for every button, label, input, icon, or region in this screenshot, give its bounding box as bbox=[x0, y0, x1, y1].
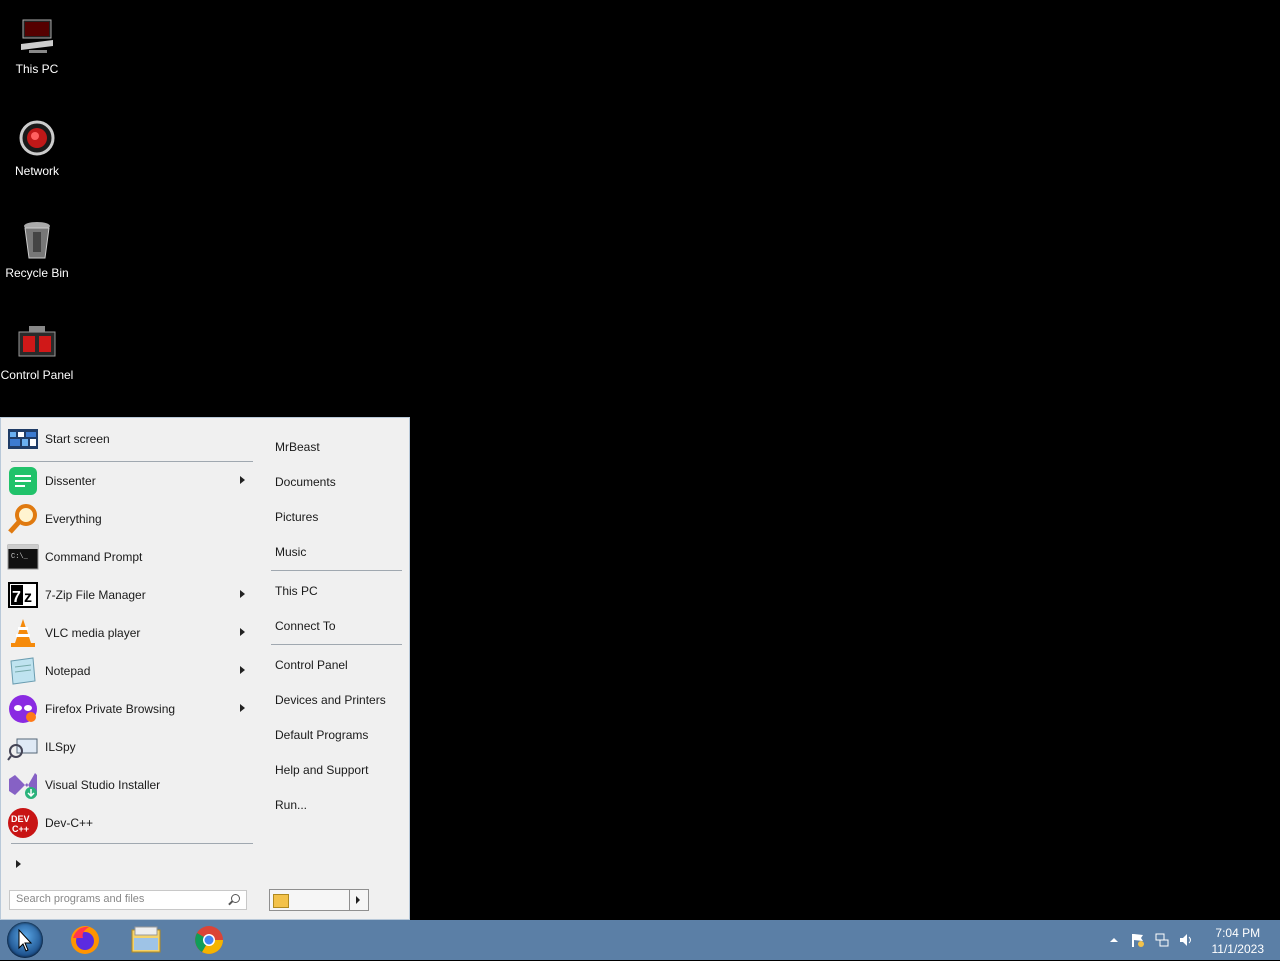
program-item-notepad[interactable]: Notepad bbox=[7, 653, 253, 689]
place-user-folder[interactable]: MrBeast bbox=[275, 440, 320, 454]
place-documents[interactable]: Documents bbox=[275, 475, 336, 489]
ilspy-icon bbox=[7, 731, 39, 763]
desktop-icon-network[interactable]: Network bbox=[0, 106, 74, 178]
desktop-icon-label: Control Panel bbox=[0, 368, 74, 382]
separator bbox=[271, 570, 402, 571]
program-label: Firefox Private Browsing bbox=[45, 702, 176, 716]
svg-text:DEV: DEV bbox=[11, 814, 30, 824]
dissenter-icon bbox=[7, 465, 39, 497]
place-music[interactable]: Music bbox=[275, 545, 306, 559]
svg-text:C++: C++ bbox=[12, 824, 29, 834]
notepad-icon bbox=[7, 655, 39, 687]
submenu-arrow-icon bbox=[240, 590, 245, 598]
vlc-cone-icon bbox=[7, 617, 39, 649]
programs-pane: Start screen Dissenter Everything C:\_ C… bbox=[1, 418, 259, 919]
show-hidden-icons-icon[interactable] bbox=[1110, 938, 1118, 942]
terminal-icon: C:\_ bbox=[7, 541, 39, 573]
program-label: Command Prompt bbox=[45, 550, 143, 564]
taskbar-chrome[interactable] bbox=[193, 924, 225, 956]
network-tray-icon[interactable] bbox=[1155, 933, 1169, 947]
place-help-support[interactable]: Help and Support bbox=[275, 763, 368, 777]
magnifier-icon bbox=[7, 503, 39, 535]
start-button[interactable] bbox=[7, 922, 43, 958]
desktop-icon-control-panel[interactable]: Control Panel bbox=[0, 310, 74, 382]
search-input[interactable]: Search programs and files bbox=[9, 890, 247, 910]
submenu-arrow-icon bbox=[240, 628, 245, 636]
separator bbox=[11, 461, 253, 462]
svg-text:7: 7 bbox=[12, 589, 21, 606]
volume-icon[interactable] bbox=[1179, 933, 1193, 947]
separator bbox=[271, 644, 402, 645]
program-item-dev-cpp[interactable]: DEV C++ Dev-C++ bbox=[7, 805, 253, 841]
clock[interactable]: 7:04 PM 11/1/2023 bbox=[1212, 925, 1265, 957]
program-label: ILSpy bbox=[45, 740, 76, 754]
clock-date: 11/1/2023 bbox=[1211, 942, 1265, 956]
program-item-vlc[interactable]: VLC media player bbox=[7, 615, 253, 651]
folder-icon bbox=[131, 926, 161, 953]
separator bbox=[11, 843, 253, 844]
shutdown-options-arrow[interactable] bbox=[349, 890, 368, 910]
all-programs-arrow-icon[interactable] bbox=[16, 860, 21, 868]
7zip-icon: 7z bbox=[7, 579, 39, 611]
program-label: Notepad bbox=[45, 664, 91, 678]
desktop-icon-label: Network bbox=[14, 164, 59, 178]
program-label: Dissenter bbox=[45, 474, 96, 488]
taskbar-file-explorer[interactable] bbox=[130, 924, 162, 956]
warning-shield-icon bbox=[273, 894, 289, 908]
svg-text:C:\_: C:\_ bbox=[11, 553, 29, 561]
search-placeholder: Search programs and files bbox=[16, 893, 145, 905]
shutdown-button[interactable] bbox=[269, 889, 369, 911]
place-connect-to[interactable]: Connect To bbox=[275, 619, 336, 633]
network-icon bbox=[15, 116, 59, 160]
desktop-icon-this-pc[interactable]: This PC bbox=[0, 4, 74, 76]
program-label: Everything bbox=[45, 512, 102, 526]
submenu-arrow-icon bbox=[240, 666, 245, 674]
program-item-firefox-private[interactable]: Firefox Private Browsing bbox=[7, 691, 253, 727]
recycle-bin-icon bbox=[15, 218, 59, 262]
program-label: 7-Zip File Manager bbox=[45, 588, 146, 602]
dev-cpp-icon: DEV C++ bbox=[7, 807, 39, 839]
places-pane: MrBeast Documents Pictures Music This PC… bbox=[263, 418, 409, 919]
taskbar-firefox[interactable] bbox=[69, 924, 101, 956]
program-item-ilspy[interactable]: ILSpy bbox=[7, 729, 253, 765]
place-devices-printers[interactable]: Devices and Printers bbox=[275, 693, 386, 707]
program-label: Dev-C++ bbox=[45, 816, 94, 830]
visual-studio-icon bbox=[7, 769, 39, 801]
submenu-arrow-icon bbox=[240, 476, 245, 484]
program-item-everything[interactable]: Everything bbox=[7, 501, 253, 537]
place-run[interactable]: Run... bbox=[275, 798, 307, 812]
start-screen-icon bbox=[7, 423, 39, 455]
svg-text:z: z bbox=[24, 589, 32, 606]
submenu-arrow-icon bbox=[240, 704, 245, 712]
start-menu: Start screen Dissenter Everything C:\_ C… bbox=[0, 417, 410, 920]
program-item-7zip[interactable]: 7z 7-Zip File Manager bbox=[7, 577, 253, 613]
program-item-vs-installer[interactable]: Visual Studio Installer bbox=[7, 767, 253, 803]
firefox-icon bbox=[71, 926, 99, 954]
cursor-icon bbox=[18, 928, 33, 952]
program-item-dissenter[interactable]: Dissenter bbox=[7, 463, 253, 499]
desktop-icon-label: Recycle Bin bbox=[5, 266, 69, 280]
place-pictures[interactable]: Pictures bbox=[275, 510, 318, 524]
action-center-flag-icon[interactable] bbox=[1131, 933, 1145, 947]
start-screen-item[interactable]: Start screen bbox=[7, 421, 253, 457]
desktop-icon-recycle-bin[interactable]: Recycle Bin bbox=[0, 208, 74, 280]
start-screen-label: Start screen bbox=[45, 432, 110, 446]
program-label: Visual Studio Installer bbox=[45, 778, 161, 792]
chrome-icon bbox=[195, 926, 223, 954]
firefox-private-icon bbox=[7, 693, 39, 725]
computer-icon bbox=[15, 14, 59, 58]
desktop-icon-label: This PC bbox=[15, 62, 59, 76]
search-icon bbox=[231, 894, 240, 903]
place-control-panel[interactable]: Control Panel bbox=[275, 658, 348, 672]
program-label: VLC media player bbox=[45, 626, 141, 640]
taskbar: 7:04 PM 11/1/2023 bbox=[0, 920, 1280, 960]
control-panel-icon bbox=[15, 320, 59, 364]
place-this-pc[interactable]: This PC bbox=[275, 584, 318, 598]
program-item-command-prompt[interactable]: C:\_ Command Prompt bbox=[7, 539, 253, 575]
place-default-programs[interactable]: Default Programs bbox=[275, 728, 368, 742]
clock-time: 7:04 PM bbox=[1215, 926, 1261, 940]
